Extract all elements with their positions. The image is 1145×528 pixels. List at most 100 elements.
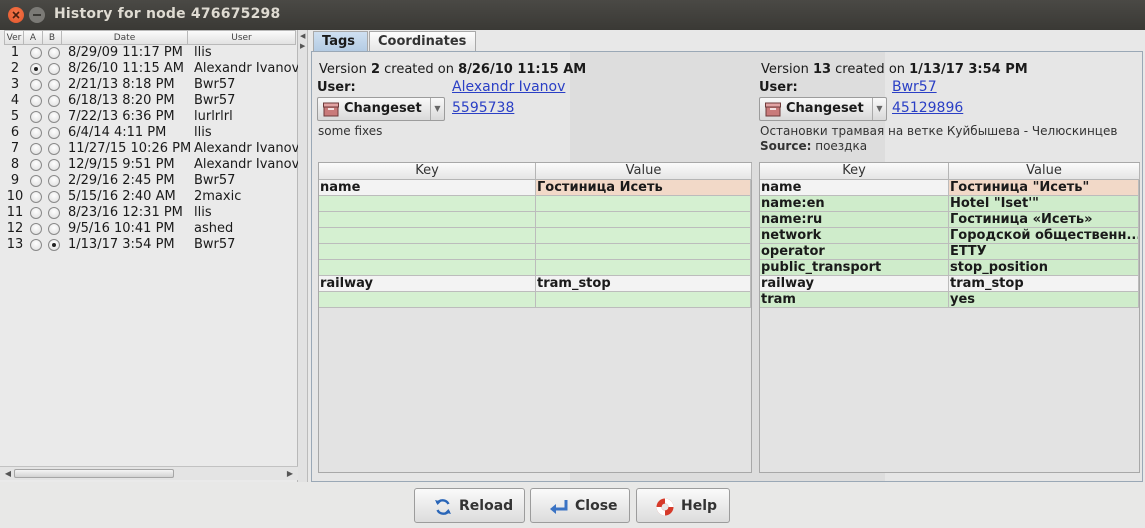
tag-row[interactable]: name Гостиница Исеть — [319, 180, 751, 196]
tag-row[interactable]: railway tram_stop — [760, 276, 1139, 292]
tag-row[interactable]: public_transport stop_position — [760, 260, 1139, 276]
scrollbar-thumb[interactable] — [14, 469, 174, 478]
history-user: Alexandr Ivanov — [194, 157, 300, 172]
tag-row[interactable] — [319, 244, 751, 260]
history-row[interactable]: 12 9/5/16 10:41 PM ashed — [4, 221, 296, 237]
tag-row[interactable]: name:en Hotel "Iset'" — [760, 196, 1139, 212]
column-header-value[interactable]: Value — [949, 163, 1140, 180]
history-row[interactable]: 4 6/18/13 8:20 PM Bwr57 — [4, 93, 296, 109]
history-row[interactable]: 10 5/15/16 2:40 AM 2maxic — [4, 189, 296, 205]
radio-a[interactable] — [30, 127, 42, 139]
tag-row[interactable]: railway tram_stop — [319, 276, 751, 292]
radio-a[interactable] — [30, 95, 42, 107]
reload-button[interactable]: Reload — [414, 488, 525, 523]
history-row[interactable]: 7 11/27/15 10:26 PM Alexandr Ivanov — [4, 141, 299, 157]
history-row[interactable]: 13 1/13/17 3:54 PM Bwr57 — [4, 237, 296, 253]
column-header-key[interactable]: Key — [760, 163, 949, 180]
tag-row[interactable]: network Городской общественн... — [760, 228, 1139, 244]
history-row[interactable]: 11 8/23/16 12:31 PM llis — [4, 205, 296, 221]
radio-a[interactable] — [30, 175, 42, 187]
history-row[interactable]: 1 8/29/09 11:17 PM llis — [4, 45, 296, 61]
tag-row[interactable] — [319, 196, 751, 212]
column-header-key[interactable]: Key — [319, 163, 536, 180]
changeset-button[interactable]: Changeset ▼ — [759, 97, 887, 121]
split-pane-divider[interactable]: ◀ ▶ — [298, 30, 308, 482]
changeset-id-link[interactable]: 45129896 — [892, 100, 963, 116]
radio-b[interactable] — [48, 47, 60, 59]
column-header-ver[interactable]: Ver — [4, 30, 24, 45]
changeset-button[interactable]: Changeset ▼ — [317, 97, 445, 121]
history-row[interactable]: 8 12/9/15 9:51 PM Alexandr Ivanov — [4, 157, 300, 173]
collapse-right-icon[interactable]: ▶ — [300, 42, 305, 50]
user-link[interactable]: Alexandr Ivanov — [452, 79, 565, 95]
changeset-source: Source: поездка — [760, 139, 867, 153]
history-row[interactable]: 5 7/22/13 6:36 PM lurlrlrl — [4, 109, 296, 125]
changeset-button-label: Changeset — [786, 101, 864, 116]
version-middle: created on — [831, 62, 910, 77]
help-button[interactable]: Help — [636, 488, 730, 523]
user-link[interactable]: Bwr57 — [892, 79, 937, 95]
radio-b[interactable] — [48, 159, 60, 171]
scroll-left-icon[interactable]: ◀ — [3, 469, 13, 479]
window-titlebar[interactable]: History for node 476675298 — [0, 0, 1145, 30]
radio-b[interactable] — [48, 207, 60, 219]
tag-row[interactable] — [319, 260, 751, 276]
history-row[interactable]: 6 6/4/14 4:11 PM llis — [4, 125, 296, 141]
tag-row[interactable] — [319, 292, 751, 308]
chevron-down-icon[interactable]: ▼ — [872, 98, 886, 120]
history-panel: Ver A B Date User 1 8/29/09 11:17 PM llis 2… — [0, 30, 300, 482]
changeset-id-link[interactable]: 5595738 — [452, 100, 514, 116]
radio-b[interactable] — [48, 127, 60, 139]
column-header-value[interactable]: Value — [536, 163, 752, 180]
history-row[interactable]: 9 2/29/16 2:45 PM Bwr57 — [4, 173, 296, 189]
radio-b[interactable] — [48, 175, 60, 187]
radio-b[interactable] — [48, 63, 60, 75]
tag-key: tram — [760, 292, 949, 308]
radio-a[interactable] — [30, 63, 42, 75]
radio-a[interactable] — [30, 143, 42, 155]
radio-a[interactable] — [30, 223, 42, 235]
radio-a[interactable] — [30, 207, 42, 219]
radio-b[interactable] — [48, 111, 60, 123]
column-header-a[interactable]: A — [24, 30, 43, 45]
close-button[interactable]: Close — [530, 488, 630, 523]
radio-b[interactable] — [48, 223, 60, 235]
radio-b[interactable] — [48, 143, 60, 155]
tag-table-header: Key Value — [760, 163, 1140, 180]
tab-coordinates[interactable]: Coordinates — [369, 31, 476, 51]
column-header-date[interactable]: Date — [62, 30, 188, 45]
radio-a[interactable] — [30, 191, 42, 203]
radio-b[interactable] — [48, 79, 60, 91]
window-close-button[interactable] — [8, 7, 24, 23]
tag-row[interactable]: operator ЕТТУ — [760, 244, 1139, 260]
history-version: 5 — [10, 109, 20, 124]
horizontal-scrollbar[interactable]: ◀ ▶ — [0, 466, 298, 480]
tag-row[interactable]: tram yes — [760, 292, 1139, 308]
radio-b[interactable] — [48, 95, 60, 107]
radio-a[interactable] — [30, 111, 42, 123]
chevron-down-icon[interactable]: ▼ — [430, 98, 444, 120]
tag-value: Городской общественн... — [949, 228, 1139, 244]
right-version-heading: Version 13 created on 1/13/17 3:54 PM — [761, 62, 1028, 77]
tag-row[interactable]: name Гостиница "Исеть" — [760, 180, 1139, 196]
history-row[interactable]: 3 2/21/13 8:18 PM Bwr57 — [4, 77, 296, 93]
tab-tags[interactable]: Tags — [313, 31, 368, 51]
radio-a[interactable] — [30, 47, 42, 59]
radio-a[interactable] — [30, 159, 42, 171]
radio-a[interactable] — [30, 239, 42, 251]
radio-b[interactable] — [48, 239, 60, 251]
history-user: llis — [194, 45, 212, 60]
scroll-right-icon[interactable]: ▶ — [285, 469, 295, 479]
history-user: Bwr57 — [194, 173, 236, 188]
column-header-b[interactable]: B — [43, 30, 62, 45]
column-header-user[interactable]: User — [188, 30, 296, 45]
radio-a[interactable] — [30, 79, 42, 91]
radio-b[interactable] — [48, 191, 60, 203]
history-row[interactable]: 2 8/26/10 11:15 AM Alexandr Ivanov — [4, 61, 299, 77]
tag-row[interactable] — [319, 212, 751, 228]
tag-row[interactable]: name:ru Гостиница «Исеть» — [760, 212, 1139, 228]
left-tag-table: Key Value name Гостиница Исеть railway tram… — [318, 162, 752, 473]
collapse-left-icon[interactable]: ◀ — [300, 32, 305, 40]
tag-row[interactable] — [319, 228, 751, 244]
window-minimize-button[interactable] — [29, 7, 45, 23]
